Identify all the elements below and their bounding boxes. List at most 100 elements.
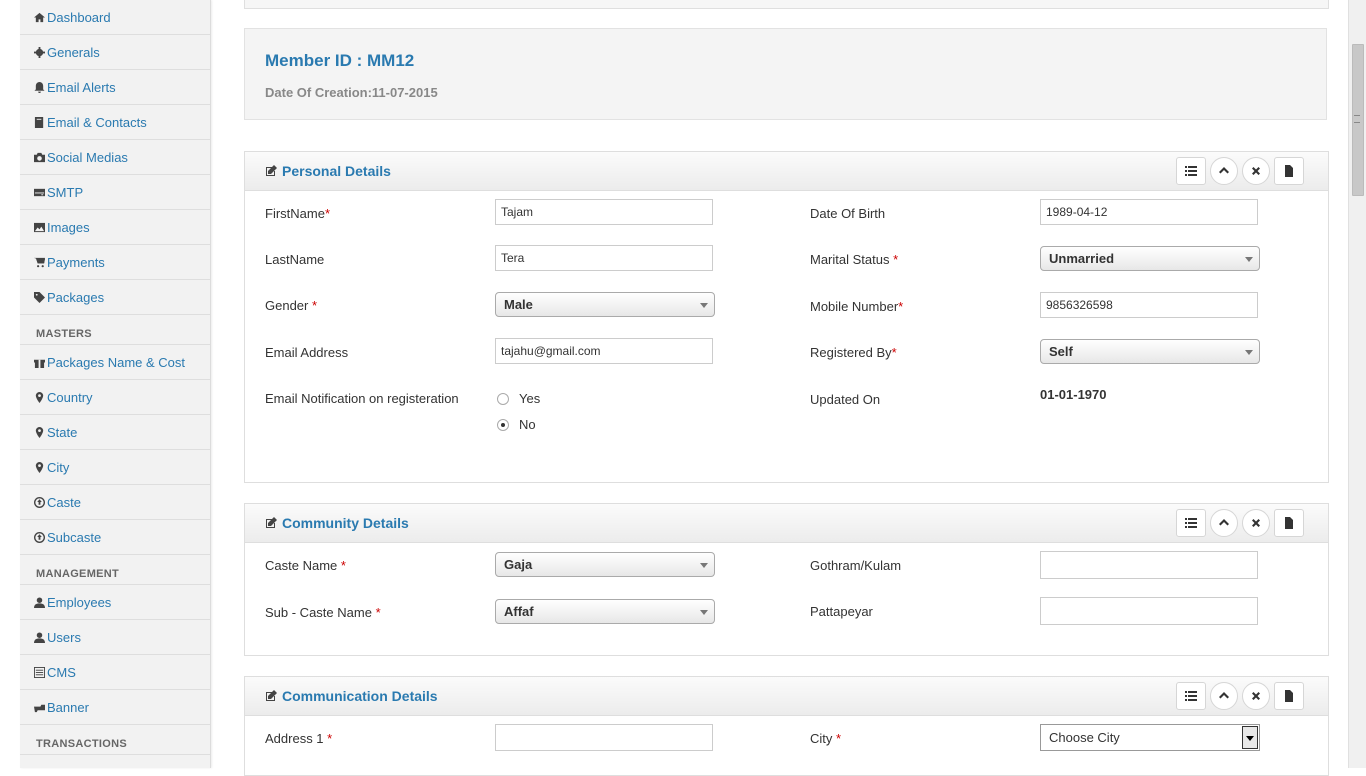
circle-arrow-icon bbox=[33, 496, 46, 509]
sidebar-item-banner[interactable]: Banner bbox=[20, 690, 210, 725]
sidebar-item-label: Subcaste bbox=[47, 529, 102, 545]
top-panel-edge bbox=[244, 0, 1329, 9]
gender-select[interactable]: Male bbox=[495, 292, 715, 317]
document-button[interactable] bbox=[1274, 682, 1304, 710]
collapse-button[interactable] bbox=[1210, 157, 1238, 185]
address1-field[interactable] bbox=[495, 724, 713, 751]
sidebar-item-label: Country bbox=[47, 389, 93, 405]
collapse-button[interactable] bbox=[1210, 682, 1238, 710]
mobile-field[interactable]: 9856326598 bbox=[1040, 292, 1258, 318]
notify-no-radio[interactable]: No bbox=[497, 417, 536, 432]
sidebar-item-social-medias[interactable]: Social Medias bbox=[20, 140, 210, 175]
lastname-field[interactable]: Tera bbox=[495, 245, 713, 271]
panel-title-text: Community Details bbox=[282, 515, 409, 531]
mobile-label: Mobile Number* bbox=[810, 299, 904, 314]
email-notification-label: Email Notification on registeration bbox=[265, 391, 459, 406]
gothram-label: Gothram/Kulam bbox=[810, 558, 902, 573]
bell-icon bbox=[33, 81, 46, 94]
map-marker-icon bbox=[33, 426, 46, 439]
gear-icon bbox=[33, 46, 46, 59]
sidebar-item-label: CMS bbox=[47, 664, 76, 680]
collapse-button[interactable] bbox=[1210, 509, 1238, 537]
edit-icon bbox=[265, 516, 278, 530]
file-icon bbox=[1285, 165, 1293, 177]
registered-by-select[interactable]: Self bbox=[1040, 339, 1260, 364]
list-view-button[interactable] bbox=[1176, 682, 1206, 710]
panel-title-text: Communication Details bbox=[282, 688, 438, 704]
sidebar-item-label: Packages Name & Cost bbox=[47, 354, 186, 370]
panel-title-text: Personal Details bbox=[282, 163, 391, 179]
sidebar-item-label: Email Alerts bbox=[47, 79, 116, 95]
sidebar-item-subcaste[interactable]: Subcaste bbox=[20, 520, 210, 555]
list-alt-icon bbox=[33, 666, 46, 679]
nav-heading-masters: MASTERS bbox=[20, 315, 210, 345]
document-button[interactable] bbox=[1274, 157, 1304, 185]
close-icon bbox=[1252, 519, 1260, 527]
sidebar-item-label: Payments bbox=[47, 254, 105, 270]
sidebar-item-country[interactable]: Country bbox=[20, 380, 210, 415]
email-field[interactable]: tajahu@gmail.com bbox=[495, 338, 713, 364]
sidebar-item-email-contacts[interactable]: Email & Contacts bbox=[20, 105, 210, 140]
map-marker-icon bbox=[33, 391, 46, 404]
sidebar-item-state[interactable]: State bbox=[20, 415, 210, 450]
sidebar-item-label: Generals bbox=[47, 44, 100, 60]
gothram-field[interactable] bbox=[1040, 551, 1258, 579]
notify-yes-radio[interactable]: Yes bbox=[497, 391, 540, 406]
close-icon bbox=[1252, 692, 1260, 700]
pattapeyar-field[interactable] bbox=[1040, 597, 1258, 625]
panel-header: Community Details bbox=[245, 504, 1328, 543]
sidebar-item-images[interactable]: Images bbox=[20, 210, 210, 245]
sidebar-item-city[interactable]: City bbox=[20, 450, 210, 485]
member-info-box: Member ID : MM12 Date Of Creation:11-07-… bbox=[244, 28, 1327, 120]
registered-by-label: Registered By* bbox=[810, 345, 897, 360]
sidebar-item-caste[interactable]: Caste bbox=[20, 485, 210, 520]
home-icon bbox=[33, 11, 46, 24]
firstname-field[interactable]: Tajam bbox=[495, 199, 713, 225]
close-button[interactable] bbox=[1242, 509, 1270, 537]
file-icon bbox=[1285, 517, 1293, 529]
dropdown-button[interactable] bbox=[1242, 726, 1258, 749]
page-scrollbar[interactable] bbox=[1348, 0, 1366, 768]
chevron-up-icon bbox=[1219, 692, 1229, 699]
sidebar-item-label: Images bbox=[47, 219, 90, 235]
sidebar-item-dashboard[interactable]: Dashboard bbox=[20, 0, 210, 35]
sidebar-item-smtp[interactable]: SMTP bbox=[20, 175, 210, 210]
sidebar-item-packages[interactable]: Packages bbox=[20, 280, 210, 315]
city-select[interactable]: Choose City bbox=[1040, 724, 1260, 751]
hand-icon bbox=[33, 701, 46, 714]
sidebar-item-users[interactable]: Users bbox=[20, 620, 210, 655]
subcaste-select[interactable]: Affaf bbox=[495, 599, 715, 624]
scrollbar-thumb[interactable] bbox=[1352, 44, 1364, 196]
hdd-icon bbox=[33, 186, 46, 199]
sidebar-item-packages-name-cost[interactable]: Packages Name & Cost bbox=[20, 345, 210, 380]
picture-icon bbox=[33, 221, 46, 234]
edit-icon bbox=[265, 689, 278, 703]
gender-label: Gender * bbox=[265, 298, 318, 313]
sidebar-item-cms[interactable]: CMS bbox=[20, 655, 210, 690]
dropdown-arrow-icon bbox=[1245, 350, 1253, 355]
list-view-button[interactable] bbox=[1176, 509, 1206, 537]
sidebar-item-generals[interactable]: Generals bbox=[20, 35, 210, 70]
address1-label: Address 1 * bbox=[265, 731, 333, 746]
marital-select[interactable]: Unmarried bbox=[1040, 246, 1260, 271]
caste-select[interactable]: Gaja bbox=[495, 552, 715, 577]
dropdown-arrow-icon bbox=[1245, 257, 1253, 262]
panel-tools bbox=[1176, 682, 1304, 710]
sidebar-item-label: State bbox=[47, 424, 78, 440]
close-button[interactable] bbox=[1242, 682, 1270, 710]
close-button[interactable] bbox=[1242, 157, 1270, 185]
sidebar-item-label: City bbox=[47, 459, 70, 475]
sidebar: Dashboard Generals Email Alerts Email & Con… bbox=[20, 0, 211, 768]
document-button[interactable] bbox=[1274, 509, 1304, 537]
sidebar-item-label: SMTP bbox=[47, 184, 84, 200]
list-view-button[interactable] bbox=[1176, 157, 1206, 185]
dropdown-arrow-icon bbox=[700, 610, 708, 615]
sidebar-item-label: Social Medias bbox=[47, 149, 128, 165]
sidebar-item-payments[interactable]: Payments bbox=[20, 245, 210, 280]
map-marker-icon bbox=[33, 461, 46, 474]
sidebar-item-email-alerts[interactable]: Email Alerts bbox=[20, 70, 210, 105]
firstname-label: FirstName* bbox=[265, 206, 331, 221]
sidebar-item-employees[interactable]: Employees bbox=[20, 585, 210, 620]
member-id-title: Member ID : MM12 bbox=[265, 51, 415, 70]
dob-field[interactable]: 1989-04-12 bbox=[1040, 199, 1258, 225]
